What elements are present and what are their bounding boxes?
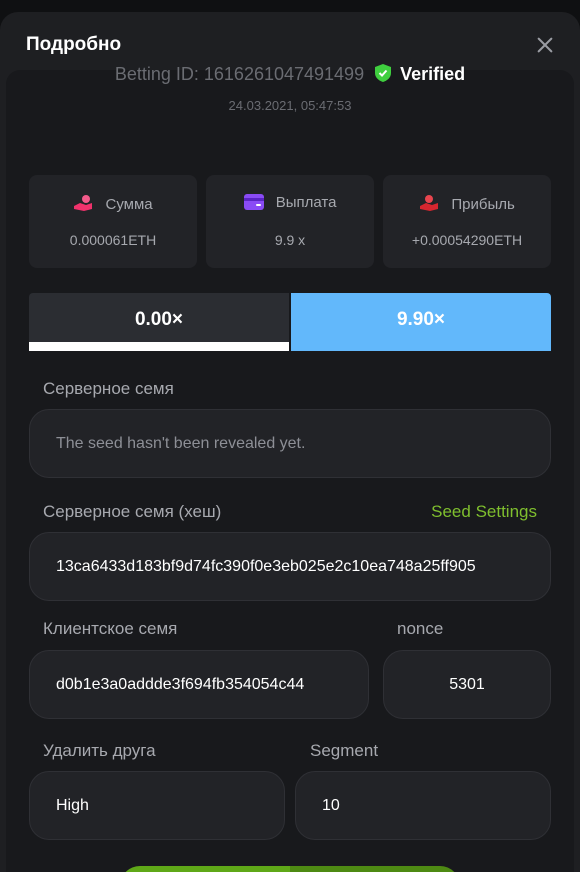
segment-label: Segment: [310, 741, 379, 760]
server-seed-placeholder: The seed hasn't been revealed yet.: [56, 434, 306, 452]
stat-profit: Прибыль +0.00054290ETH: [383, 175, 551, 268]
segment-field[interactable]: 10: [295, 771, 551, 840]
multiplier-left: 0.00×: [29, 293, 289, 351]
stat-payout-label: Выплата: [275, 194, 337, 211]
coins-hand-icon: [74, 195, 93, 211]
multiplier-right: 9.90×: [291, 293, 551, 351]
nonce-value: 5301: [449, 675, 485, 693]
stat-profit-label: Прибыль: [451, 196, 515, 213]
multiplier-right-value: 9.90×: [396, 309, 446, 330]
bet-date: 24.03.2021, 05:47:53: [228, 98, 352, 113]
betting-id-text: Betting ID: 1616261047491499: [114, 64, 365, 84]
stat-payout-head: Выплата: [206, 194, 374, 211]
verified-label: Verified: [400, 64, 466, 84]
stat-payout: Выплата 9.9 x: [206, 175, 374, 268]
stat-payout-value: 9.9 x: [274, 232, 306, 248]
server-seed-hash-field[interactable]: 13ca6433d183bf9d74fc390f0e3eb025e2c10ea7…: [29, 532, 551, 601]
risk-value: High: [56, 796, 89, 814]
client-seed-label: Клиентское семя: [43, 619, 178, 638]
risk-label: Удалить друга: [43, 741, 156, 760]
betting-id: Betting ID: 1616261047491499 Verified: [0, 64, 580, 87]
wallet-card-icon: [243, 194, 264, 210]
multiplier-left-value: 0.00×: [134, 309, 184, 330]
seed-settings-link[interactable]: Seed Settings: [431, 502, 537, 522]
multiplier-left-bar: [29, 342, 289, 351]
risk-field[interactable]: High: [29, 771, 285, 840]
stat-amount-label: Сумма: [105, 196, 153, 213]
modal-title: Подробно: [26, 34, 122, 55]
server-seed-field[interactable]: The seed hasn't been revealed yet.: [29, 409, 551, 478]
verify-button[interactable]: [120, 866, 460, 872]
stat-profit-value: +0.00054290ETH: [411, 232, 523, 248]
server-seed-hash-value: 13ca6433d183bf9d74fc390f0e3eb025e2c10ea7…: [56, 557, 476, 575]
client-seed-value: d0b1e3a0addde3f694fb354054c44: [56, 675, 305, 693]
server-seed-label: Серверное семя: [43, 379, 174, 398]
verified-shield-icon: [375, 64, 392, 87]
stat-amount-head: Сумма: [29, 194, 197, 213]
client-seed-field[interactable]: d0b1e3a0addde3f694fb354054c44: [29, 650, 369, 719]
close-icon[interactable]: [532, 32, 558, 58]
segment-value: 10: [322, 796, 340, 814]
profit-hand-icon: [420, 195, 439, 211]
nonce-field[interactable]: 5301: [383, 650, 551, 719]
server-seed-hash-label: Серверное семя (хеш): [43, 502, 222, 521]
stat-amount: Сумма 0.000061ETH: [29, 175, 197, 268]
stat-amount-value: 0.000061ETH: [69, 232, 157, 248]
nonce-label: nonce: [397, 619, 444, 638]
stat-profit-head: Прибыль: [383, 194, 551, 213]
